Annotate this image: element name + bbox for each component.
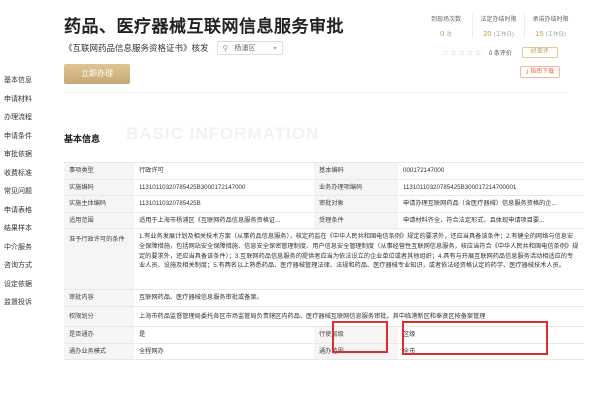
table-row: 适用范围 适用于上海市杨浦区《互联网药品信息服务资格证... 受理条件 申请材料齐全，… bbox=[64, 212, 584, 230]
evaluate-button[interactable]: 好差评 bbox=[521, 47, 558, 58]
guide-download-button[interactable]: ⤓ 指南下载 bbox=[520, 66, 560, 78]
download-icon: ⤓ bbox=[525, 69, 529, 75]
stat-item: 法定办结时限 20 (工作日) bbox=[472, 14, 524, 38]
table-row: 实施编码 11310110320785425B3000172147000 业务办理项… bbox=[64, 179, 584, 197]
content-key: 审批内容 bbox=[64, 290, 134, 307]
section-watermark: BASIC INFORMATION bbox=[126, 124, 320, 143]
content-value: 互联网药品、医疗器械信息服务审批或备案。 bbox=[139, 294, 263, 302]
row-value: 是 bbox=[139, 331, 146, 339]
nav-item[interactable]: 咨询方式 bbox=[0, 257, 44, 276]
row-value: 全市 bbox=[403, 347, 416, 355]
row-key: 是否通办 bbox=[64, 327, 134, 343]
stat-item: 承诺办结时限 15 (工作日) bbox=[524, 14, 576, 38]
location-pin-icon: ⚲ bbox=[222, 43, 229, 53]
row-value: 000172147000 bbox=[403, 167, 445, 174]
row-value: 全程网办 bbox=[139, 347, 164, 355]
page-title: 药品、医疗器械互联网信息服务审批 bbox=[64, 17, 344, 36]
location-select[interactable]: ⚲ 杨浦区 ▾ bbox=[216, 41, 283, 55]
row-key: 事项类型 bbox=[64, 163, 134, 179]
nav-item[interactable]: 中介服务 bbox=[0, 239, 44, 258]
subtitle: 《互联网药品信息服务资格证书》核发 bbox=[64, 43, 209, 53]
row-key: 通办范围 bbox=[314, 343, 398, 360]
row-key: 行使层级 bbox=[314, 327, 398, 343]
chevron-down-icon: ▾ bbox=[273, 45, 277, 52]
power-value: 上海市药品监督管理局委托各区市场监管局负责辖区内药品、医疗器械互联网信息服务审批… bbox=[139, 313, 486, 321]
stat-item: 到现场次数 0 次 bbox=[420, 14, 472, 38]
row-value: 11310110320785425B3000172147000 bbox=[139, 183, 246, 191]
row-key: 实施主体编码 bbox=[64, 196, 134, 212]
left-nav: 基本信息 申请材料 办理流程 申请条件 审批依据 收费标准 常见问题 申请表格 结果样本 中介服务… bbox=[0, 72, 44, 313]
stat-value: 15 (工作日) bbox=[535, 29, 566, 38]
power-key: 权限划分 bbox=[64, 307, 134, 327]
row-value: 行政许可 bbox=[139, 167, 164, 174]
row-key: 业务办理项编码 bbox=[314, 179, 398, 196]
row-value: 11310110320785425B bbox=[139, 200, 201, 208]
nav-item[interactable]: 申请表格 bbox=[0, 202, 44, 221]
table-row: 实施主体编码 11310110320785425B 审批对象 申请办理互联网药品（含医… bbox=[64, 196, 584, 213]
row-key: 基本编码 bbox=[314, 163, 398, 179]
rating-stars[interactable]: ☆☆☆☆☆ bbox=[442, 48, 483, 57]
table-row: 权限划分 上海市药品监督管理局委托各区市场监管局负责辖区内药品、医疗器械互联网信… bbox=[64, 307, 584, 328]
row-value: 区级 bbox=[403, 331, 416, 339]
table-row: 事项类型 行政许可 基本编码 000172147000 bbox=[64, 163, 584, 180]
row-value: 11310110320785425B300017214700001 bbox=[403, 183, 517, 191]
stat-label: 承诺办结时限 bbox=[532, 17, 569, 23]
row-key: 受理条件 bbox=[314, 212, 398, 229]
stat-label: 到现场次数 bbox=[430, 17, 461, 23]
location-value: 杨浦区 bbox=[234, 45, 256, 52]
section-title: 基本信息 bbox=[64, 134, 101, 144]
row-value: 申请办理互联网药品（含医疗器械）信息服务资格的企... bbox=[403, 200, 557, 208]
stat-value: 0 次 bbox=[440, 29, 452, 38]
conditions-value: 1.有业务发展计划及相关技术方案（从事药品信息服务），核定药监在《中华人民共和国… bbox=[139, 233, 579, 270]
nav-item[interactable]: 监督投诉 bbox=[0, 294, 44, 313]
guide-download-label: 指南下载 bbox=[530, 69, 555, 75]
rating-count: 0 条评价 bbox=[488, 51, 512, 57]
table-row: 审批内容 互联网药品、医疗器械信息服务审批或备案。 bbox=[64, 290, 584, 308]
nav-item[interactable]: 申请条件 bbox=[0, 128, 44, 147]
row-key: 通办业务模式 bbox=[64, 343, 134, 360]
stat-label: 法定办结时限 bbox=[480, 17, 517, 23]
nav-item[interactable]: 基本信息 bbox=[0, 72, 44, 91]
row-value: 适用于上海市杨浦区《互联网药品信息服务资格证... bbox=[139, 216, 281, 224]
table-row: 准予行政许可的条件 1.有业务发展计划及相关技术方案（从事药品信息服务），核定药… bbox=[64, 229, 584, 291]
stat-value: 20 (工作日) bbox=[483, 29, 514, 38]
header-divider bbox=[64, 92, 568, 93]
nav-item[interactable]: 收费标准 bbox=[0, 165, 44, 184]
nav-item[interactable]: 常见问题 bbox=[0, 183, 44, 202]
table-row: 是否通办是 行使层级 区级 bbox=[64, 327, 584, 344]
rating-row: ☆☆☆☆☆ 0 条评价 好差评 bbox=[442, 47, 558, 58]
row-key: 适用范围 bbox=[64, 212, 134, 229]
nav-item[interactable]: 申请材料 bbox=[0, 91, 44, 110]
basic-info-table: 事项类型 行政许可 基本编码 000172147000 实施编码 113101103207… bbox=[64, 162, 584, 361]
row-key: 实施编码 bbox=[64, 179, 134, 196]
stats-panel: 到现场次数 0 次 法定办结时限 20 (工作日) 承诺办结时限 15 (工作日) bbox=[420, 14, 576, 38]
nav-item[interactable]: 设定依据 bbox=[0, 276, 44, 295]
nav-item[interactable]: 审批依据 bbox=[0, 146, 44, 165]
row-value: 申请材料齐全，符合法定形式，且体现申请项目要... bbox=[403, 216, 545, 224]
table-row: 通办业务模式 全程网办 通办范围 全市 bbox=[64, 343, 584, 361]
conditions-key: 准予行政许可的条件 bbox=[64, 229, 134, 290]
apply-now-button[interactable]: 立即办理 bbox=[64, 64, 130, 84]
nav-item[interactable]: 结果样本 bbox=[0, 220, 44, 239]
subtitle-row: 《互联网药品信息服务资格证书》核发 ⚲ 杨浦区 ▾ bbox=[64, 40, 283, 56]
row-key: 审批对象 bbox=[314, 196, 398, 212]
nav-item[interactable]: 办理流程 bbox=[0, 109, 44, 128]
